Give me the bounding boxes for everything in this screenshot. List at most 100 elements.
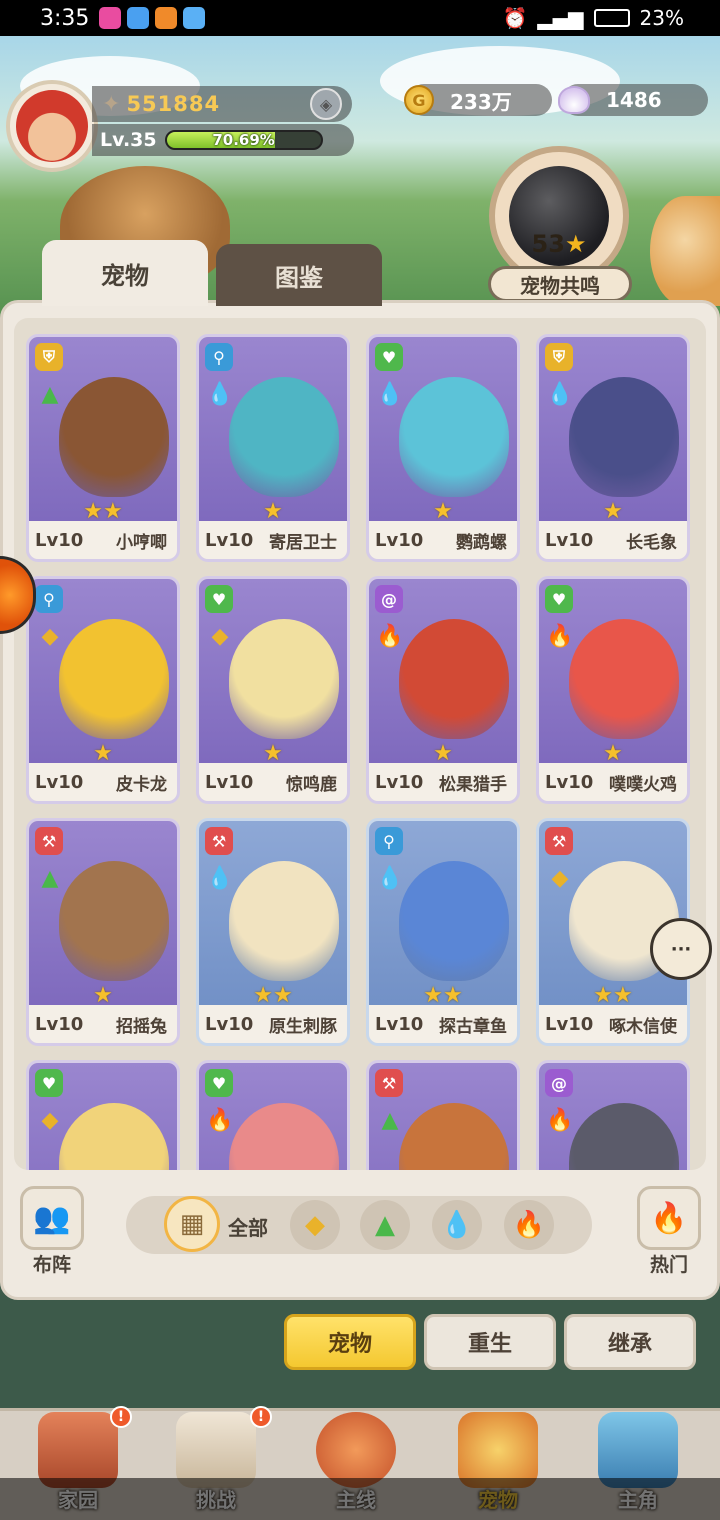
axe-role-icon: ⚒ <box>35 827 63 855</box>
shell-icon <box>558 86 590 114</box>
pet-card[interactable]: ⛨ ▲ ★★ Lv10 小哼唧 <box>26 334 180 562</box>
grass-element-icon: ▲ <box>41 381 59 407</box>
pet-creature <box>59 861 169 981</box>
rebirth-button[interactable]: 重生 <box>424 1314 556 1370</box>
home-icon <box>38 1412 118 1488</box>
shell-counter[interactable]: 1486 <box>558 84 708 116</box>
pet-card[interactable]: ⚲ ◆ ★ Lv10 皮卡龙 <box>26 576 180 804</box>
pets-action-button[interactable]: 宠物 <box>284 1314 416 1370</box>
filter-fire-button[interactable]: 🔥 <box>504 1200 554 1250</box>
pet-name: 惊鸣鹿 <box>286 774 337 795</box>
spiral-role-icon: @ <box>375 585 403 613</box>
filter-all-button[interactable]: ▦ <box>164 1196 220 1252</box>
battery-icon <box>593 9 630 27</box>
pet-card-footer: Lv10 噗噗火鸡 <box>539 763 687 801</box>
pet-portrait: ⚲ 💧 ★ <box>199 337 347 527</box>
water-element-icon: 💧 <box>206 381 234 407</box>
pet-portrait: ♥ 🔥 ★ <box>539 579 687 769</box>
pet-creature <box>59 377 169 497</box>
filter-water-button[interactable]: 💧 <box>432 1200 482 1250</box>
pet-creature <box>229 861 339 981</box>
pet-name: 寄居卫士 <box>269 532 337 553</box>
pet-grid: ⛨ ▲ ★★ Lv10 小哼唧 ⚲ 💧 ★ Lv10 寄居卫士 ♥ 💧 ★ Lv10 鹦鹉螺 ⛨ 💧 ★ Lv10 长… <box>14 318 706 1170</box>
pet-card[interactable]: ⚲ 💧 ★ Lv10 寄居卫士 <box>196 334 350 562</box>
rank-badge-icon[interactable]: ◈ <box>310 88 342 120</box>
pet-portrait: ♥ 💧 ★ <box>369 337 517 527</box>
pet-name: 皮卡龙 <box>116 774 167 795</box>
fire-element-icon: 🔥 <box>512 1210 546 1240</box>
pet-level: Lv10 <box>205 771 254 793</box>
pet-card-footer: Lv10 原生刺豚 <box>199 1005 347 1043</box>
pet-creature <box>569 1103 679 1170</box>
pet-creature <box>399 377 509 497</box>
pet-name: 鹦鹉螺 <box>456 532 507 553</box>
pet-card[interactable]: ⚒ ▲ <box>366 1060 520 1170</box>
pet-portrait: ⚲ 💧 ★★ <box>369 821 517 1011</box>
alert-badge: ! <box>250 1406 272 1428</box>
pet-level: Lv10 <box>35 1013 84 1035</box>
player-avatar[interactable] <box>6 80 98 172</box>
signal-icon: ▂▄▆ <box>537 6 584 30</box>
pet-creature <box>399 619 509 739</box>
inherit-button[interactable]: 继承 <box>564 1314 696 1370</box>
pet-card[interactable]: ♥ ◆ ★ Lv10 惊鸣鹿 <box>196 576 350 804</box>
pet-card[interactable]: @ 🔥 ★ Lv10 松果猎手 <box>366 576 520 804</box>
coin-counter[interactable]: G 233万 <box>404 84 552 116</box>
hot-sort-button[interactable]: 🔥 <box>637 1186 701 1250</box>
app-notification-icon <box>127 7 150 29</box>
grass-element-icon: ▲ <box>381 1107 399 1133</box>
pet-creature <box>399 861 509 981</box>
pet-resonance-button[interactable]: 53★ 宠物共鸣 <box>484 146 634 306</box>
resonance-label: 宠物共鸣 <box>488 266 632 302</box>
search-role-icon: ⚲ <box>205 343 233 371</box>
pet-card[interactable]: ♥ 🔥 ★ Lv10 噗噗火鸡 <box>536 576 690 804</box>
battery-percent: 23% <box>639 6 684 30</box>
pet-portrait: ⚒ ▲ ★ <box>29 821 177 1011</box>
resonance-count: 53★ <box>484 230 634 258</box>
pet-card[interactable]: ⚲ 💧 ★★ Lv10 探古章鱼 <box>366 818 520 1046</box>
combat-power-bar: ✦ 551884 ◈ <box>92 86 352 122</box>
filter-grass-button[interactable]: ▲ <box>360 1200 410 1250</box>
player-level: Lv.35 <box>100 129 157 151</box>
pet-card[interactable]: ⚒ ▲ ★ Lv10 招摇兔 <box>26 818 180 1046</box>
team-icon: 👥 <box>33 1200 71 1236</box>
formation-button[interactable]: 👥 <box>20 1186 84 1250</box>
pet-name: 松果猎手 <box>439 774 507 795</box>
pet-card[interactable]: ⚒ 💧 ★★ Lv10 原生刺豚 <box>196 818 350 1046</box>
pet-card[interactable]: ♥ 💧 ★ Lv10 鹦鹉螺 <box>366 334 520 562</box>
pet-icon <box>458 1412 538 1488</box>
alarm-icon: ⏰ <box>502 6 528 30</box>
heart-role-icon: ♥ <box>545 585 573 613</box>
pet-card[interactable]: ♥ 🔥 <box>196 1060 350 1170</box>
clock: 3:35 <box>40 5 90 31</box>
fire-element-icon: 🔥 <box>376 623 404 649</box>
pet-card[interactable]: @ 🔥 <box>536 1060 690 1170</box>
pet-creature <box>569 619 679 739</box>
pet-card-footer: Lv10 啄木信使 <box>539 1005 687 1043</box>
tab-codex[interactable]: 图鉴 <box>216 244 382 306</box>
pet-creature <box>399 1103 509 1170</box>
chat-icon[interactable]: ··· <box>650 918 712 980</box>
fire-element-icon: 🔥 <box>206 1107 234 1133</box>
search-role-icon: ⚲ <box>375 827 403 855</box>
filter-rock-button[interactable]: ◆ <box>290 1200 340 1250</box>
heart-role-icon: ♥ <box>205 585 233 613</box>
pet-level: Lv10 <box>375 771 424 793</box>
tab-pets[interactable]: 宠物 <box>42 240 208 306</box>
pet-card-footer: Lv10 惊鸣鹿 <box>199 763 347 801</box>
pet-card-footer: Lv10 皮卡龙 <box>29 763 177 801</box>
pet-portrait: ⚒ 💧 ★★ <box>199 821 347 1011</box>
notification-icons <box>99 7 206 29</box>
pet-level: Lv10 <box>35 529 84 551</box>
pet-level: Lv10 <box>205 529 254 551</box>
rock-element-icon: ◆ <box>41 623 59 649</box>
pet-card[interactable]: ♥ ◆ <box>26 1060 180 1170</box>
pet-portrait: ⛨ ▲ ★★ <box>29 337 177 527</box>
water-element-icon: 💧 <box>376 865 404 891</box>
axe-role-icon: ⚒ <box>375 1069 403 1097</box>
pet-card[interactable]: ⛨ 💧 ★ Lv10 长毛象 <box>536 334 690 562</box>
pet-card-footer: Lv10 小哼唧 <box>29 521 177 559</box>
heart-role-icon: ♥ <box>375 343 403 371</box>
xp-percent: 70.69% <box>212 131 275 149</box>
pet-creature <box>229 377 339 497</box>
